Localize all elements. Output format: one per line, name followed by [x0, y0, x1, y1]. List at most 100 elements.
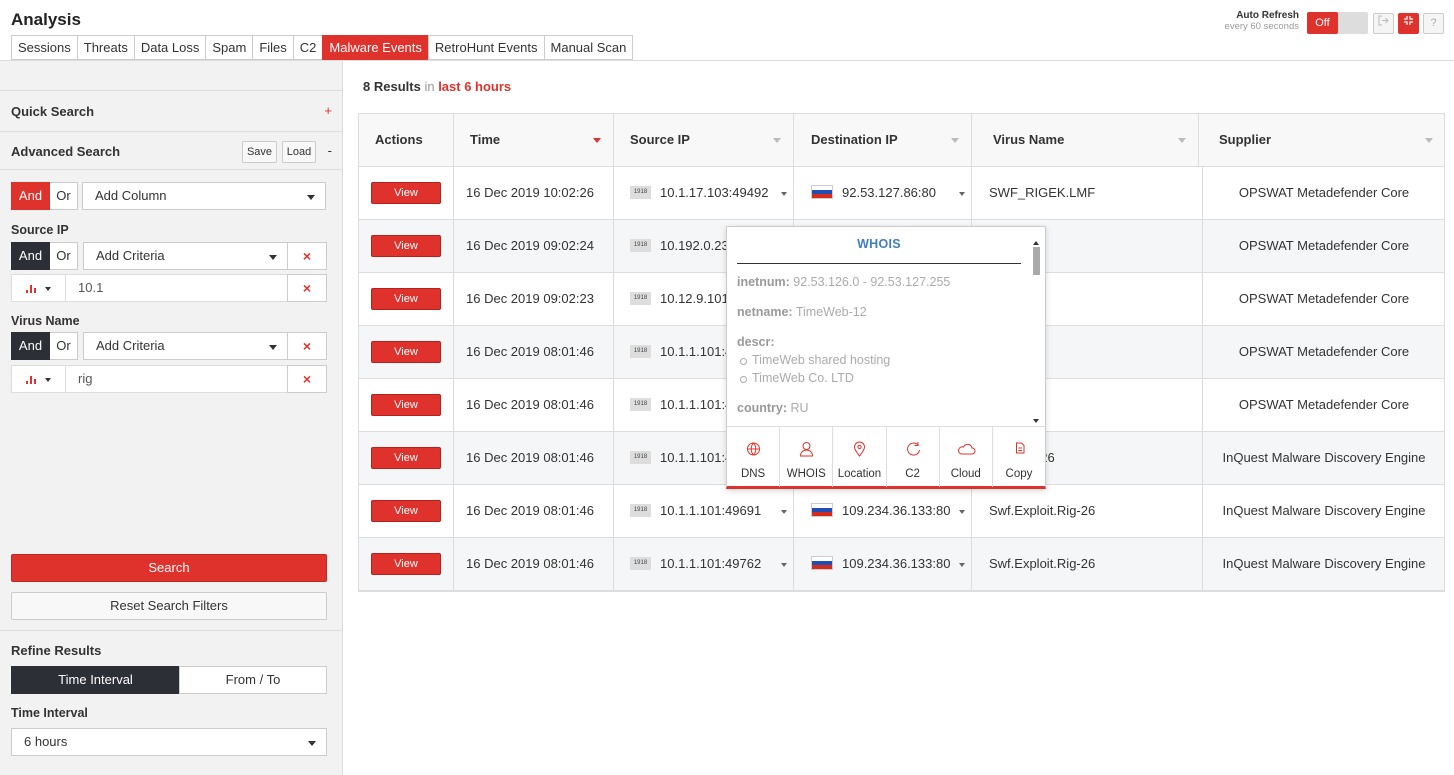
sort-icon[interactable]: [1425, 138, 1433, 143]
private-ip-badge: 1918: [630, 503, 651, 517]
tab-data-loss[interactable]: Data Loss: [133, 35, 206, 60]
tab-spam[interactable]: Spam: [205, 35, 253, 60]
or-button[interactable]: Or: [50, 332, 78, 360]
source-ip-input[interactable]: 10.1: [65, 275, 287, 301]
scroll-up-icon[interactable]: [1033, 241, 1039, 245]
reset-filters-button[interactable]: Reset Search Filters: [11, 592, 327, 620]
destination-ip-cell[interactable]: 109.234.36.133:80: [795, 485, 972, 537]
view-button[interactable]: View: [371, 394, 441, 416]
chevron-down-icon[interactable]: [781, 563, 787, 567]
advanced-search-collapse[interactable]: -: [328, 143, 332, 158]
c2-button[interactable]: C2: [887, 427, 940, 487]
virus-name-cell: Swf.Exploit.Rig-26: [977, 538, 1203, 590]
chevron-down-icon: [269, 255, 277, 260]
cloud-button[interactable]: Cloud: [940, 427, 993, 487]
sort-desc-icon[interactable]: [593, 138, 601, 143]
tab-sessions[interactable]: Sessions: [11, 35, 77, 60]
add-criteria-select[interactable]: Add Criteria: [83, 332, 288, 360]
source-ip-and-or: And Or: [11, 242, 78, 270]
source-ip-value: 10.1.1.101:49691: [660, 503, 762, 518]
save-button[interactable]: Save: [242, 141, 277, 163]
search-button[interactable]: Search: [11, 554, 327, 582]
private-ip-badge: 1918: [630, 556, 651, 570]
destination-ip-cell[interactable]: 92.53.127.86:80: [795, 167, 972, 219]
virus-name-filter[interactable]: rig: [11, 365, 288, 393]
results-in: in: [424, 79, 435, 94]
source-ip-cell[interactable]: 1918 10.1.17.103:49492: [614, 167, 794, 219]
sort-icon[interactable]: [1178, 138, 1186, 143]
tab-malware-events[interactable]: Malware Events: [322, 35, 428, 60]
copy-button[interactable]: Copy: [993, 427, 1045, 487]
tab-from-to[interactable]: From / To: [179, 666, 327, 694]
quick-search-section[interactable]: Quick Search +: [0, 90, 342, 131]
view-button[interactable]: View: [371, 341, 441, 363]
view-button[interactable]: View: [371, 235, 441, 257]
tab-threats[interactable]: Threats: [76, 35, 134, 60]
source-ip-cell[interactable]: 1918 10.1.1.101:49762: [614, 538, 794, 590]
refine-results-label: Refine Results: [11, 643, 102, 658]
source-ip-cell[interactable]: 1918 10.1.1.101:49691: [614, 485, 794, 537]
auto-refresh-toggle[interactable]: Off: [1307, 12, 1368, 34]
view-button[interactable]: View: [371, 553, 441, 575]
add-criteria-select[interactable]: Add Criteria: [83, 242, 288, 270]
remove-criteria-button[interactable]: ×: [287, 242, 327, 270]
tab-c2[interactable]: C2: [292, 35, 323, 60]
add-column-select[interactable]: Add Column: [82, 182, 326, 210]
chevron-down-icon[interactable]: [781, 192, 787, 196]
view-button[interactable]: View: [371, 447, 441, 469]
time-cell: 16 Dec 2019 10:02:26: [454, 167, 614, 219]
header-time[interactable]: Time: [454, 114, 614, 166]
header-destination-ip[interactable]: Destination IP: [795, 114, 972, 166]
and-button[interactable]: And: [11, 182, 50, 210]
location-button[interactable]: Location: [833, 427, 887, 487]
remove-filter-button[interactable]: ×: [287, 274, 327, 302]
chevron-down-icon[interactable]: [959, 563, 965, 567]
scroll-thumb[interactable]: [1033, 247, 1040, 275]
collapse-icon[interactable]: [1398, 13, 1419, 34]
virus-name-and-or: And Or: [11, 332, 78, 360]
dns-button[interactable]: DNS: [727, 427, 781, 487]
chevron-down-icon: [269, 345, 277, 350]
or-button[interactable]: Or: [50, 242, 78, 270]
virus-name-input[interactable]: rig: [65, 366, 287, 392]
whois-button[interactable]: WHOIS: [780, 427, 834, 487]
tab-manual-scan[interactable]: Manual Scan: [543, 35, 634, 60]
time-interval-select[interactable]: 6 hours: [11, 728, 327, 756]
load-button[interactable]: Load: [282, 141, 316, 163]
view-button[interactable]: View: [371, 500, 441, 522]
header-supplier[interactable]: Supplier: [1203, 114, 1445, 166]
logout-icon[interactable]: [1373, 13, 1394, 34]
source-ip-filter[interactable]: 10.1: [11, 274, 288, 302]
and-button[interactable]: And: [11, 242, 50, 270]
tab-files[interactable]: Files: [252, 35, 293, 60]
dns-label: DNS: [740, 468, 766, 480]
chevron-down-icon[interactable]: [781, 510, 787, 514]
header-virus-name[interactable]: Virus Name: [977, 114, 1199, 166]
actions-cell: View: [359, 432, 454, 484]
whois-scrollbar[interactable]: [1032, 241, 1041, 423]
tab-retrohunt-events[interactable]: RetroHunt Events: [427, 35, 544, 60]
chevron-down-icon[interactable]: [959, 510, 965, 514]
tab-time-interval[interactable]: Time Interval: [11, 666, 180, 694]
and-button[interactable]: And: [11, 332, 50, 360]
add-column-label: Add Column: [95, 188, 167, 203]
whois-netname-key: netname:: [737, 305, 793, 319]
view-button[interactable]: View: [371, 182, 441, 204]
destination-ip-cell[interactable]: 109.234.36.133:80: [795, 538, 972, 590]
view-button[interactable]: View: [371, 288, 441, 310]
actions-cell: View: [359, 220, 454, 272]
sort-icon[interactable]: [951, 138, 959, 143]
time-cell: 16 Dec 2019 08:01:46: [454, 326, 614, 378]
table-row: View 16 Dec 2019 10:02:26 1918 10.1.17.103:…: [359, 167, 1444, 220]
sort-icon[interactable]: [773, 138, 781, 143]
actions-cell: View: [359, 273, 454, 325]
chevron-down-icon[interactable]: [959, 192, 965, 196]
remove-criteria-button[interactable]: ×: [287, 332, 327, 360]
scroll-down-icon[interactable]: [1033, 419, 1039, 423]
help-button[interactable]: ?: [1423, 13, 1444, 34]
quick-search-expand[interactable]: +: [324, 103, 332, 118]
or-button[interactable]: Or: [50, 182, 78, 210]
remove-filter-button[interactable]: ×: [287, 365, 327, 393]
header-source-ip[interactable]: Source IP: [614, 114, 794, 166]
russia-flag-icon: [811, 185, 833, 200]
